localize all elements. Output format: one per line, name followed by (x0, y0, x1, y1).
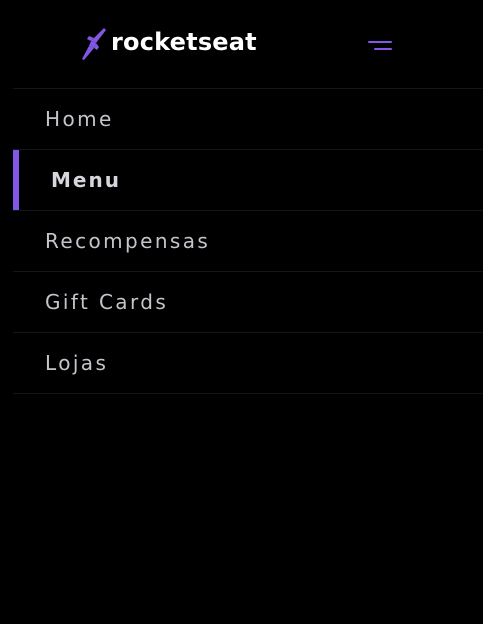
nav-item-label: Menu (51, 168, 121, 192)
nav-item-label: Gift Cards (45, 290, 169, 314)
nav-item-recompensas[interactable]: Recompensas (13, 211, 483, 272)
nav-item-gift-cards[interactable]: Gift Cards (13, 272, 483, 333)
menu-icon-bar-bottom (374, 48, 392, 50)
menu-toggle-button[interactable] (364, 36, 396, 58)
app-shell: rocketseat Home Menu Recompensas Gift Ca… (0, 0, 483, 624)
brand-name: rocketseat (111, 28, 257, 56)
nav-item-label: Lojas (45, 351, 109, 375)
active-indicator (13, 150, 19, 210)
nav-item-lojas[interactable]: Lojas (13, 333, 483, 394)
rocket-icon (82, 28, 106, 60)
nav-item-menu[interactable]: Menu (13, 150, 483, 211)
menu-icon-bar-top (368, 41, 392, 43)
brand-logo[interactable]: rocketseat (80, 27, 257, 61)
nav-item-label: Recompensas (45, 229, 211, 253)
nav-item-home[interactable]: Home (13, 89, 483, 150)
sidebar-nav: Home Menu Recompensas Gift Cards Lojas (13, 88, 483, 394)
header: rocketseat (0, 0, 483, 88)
nav-item-label: Home (45, 107, 114, 131)
